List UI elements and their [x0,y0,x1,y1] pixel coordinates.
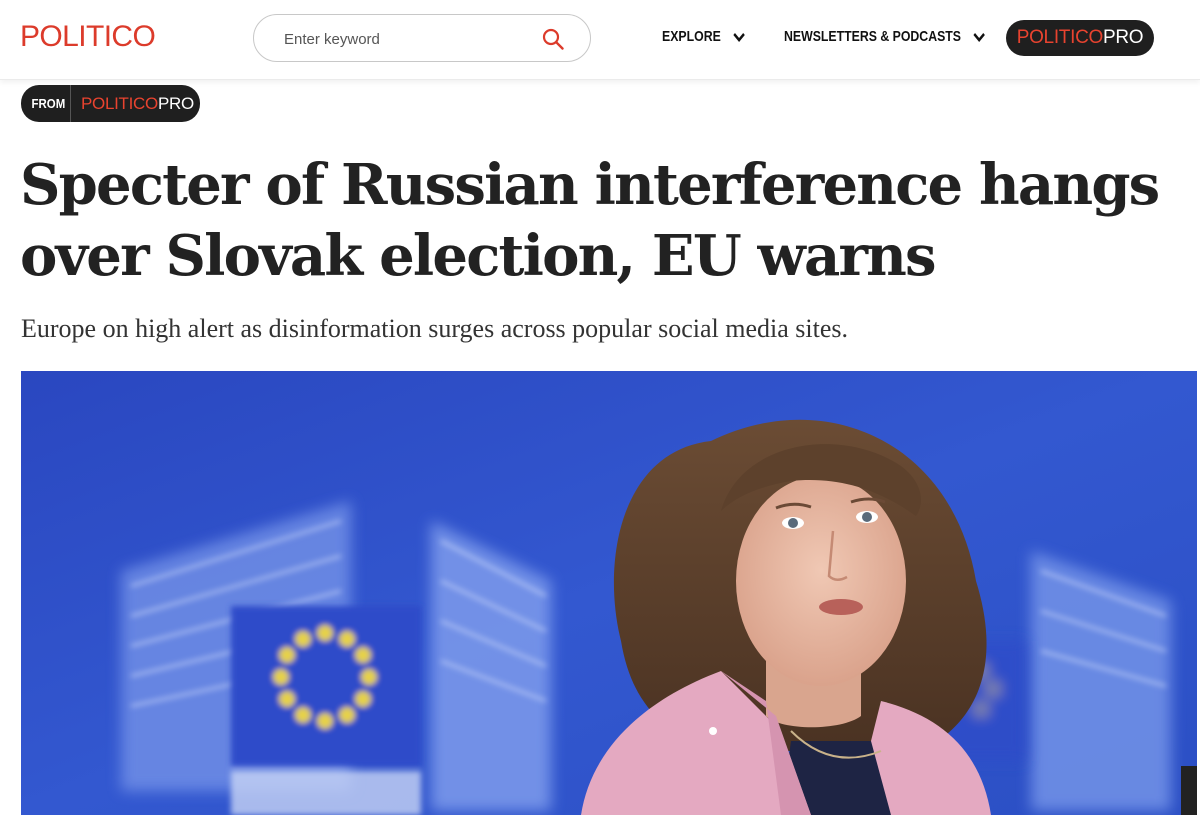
article-dek: Europe on high alert as disinformation s… [21,314,848,343]
search-input[interactable] [284,27,534,51]
photo-icon [21,371,1197,815]
site-header: POLITICO EXPLORE NEWSLETTERS & PODCASTS … [0,0,1200,80]
search-icon[interactable] [542,28,564,50]
pro-button-suffix: PRO [1103,27,1144,48]
politico-logo[interactable]: POLITICO [20,21,156,53]
hero-image[interactable] [21,371,1197,815]
nav-explore-label: EXPLORE [662,28,721,45]
source-badge-brand: POLITICOPRO [71,94,194,114]
source-badge-brand-suffix: PRO [157,93,194,113]
pro-button-brand: POLITICO [1016,27,1104,48]
nav-newsletters-label: NEWSLETTERS & PODCASTS [784,28,962,45]
politico-pro-button[interactable]: POLITICO PRO [1006,20,1154,56]
article-headline: Specter of Russian interference hangs ov… [20,152,1160,289]
source-badge-from: FROM [31,96,66,111]
nav-newsletters-podcasts[interactable]: NEWSLETTERS & PODCASTS [784,28,986,45]
chevron-down-icon [733,32,745,42]
source-badge-brand-name: POLITICO [81,93,158,113]
source-badge[interactable]: FROM POLITICOPRO [21,85,200,122]
nav-explore[interactable]: EXPLORE [662,28,745,45]
search-box[interactable] [253,14,591,62]
chevron-down-icon [973,32,985,42]
